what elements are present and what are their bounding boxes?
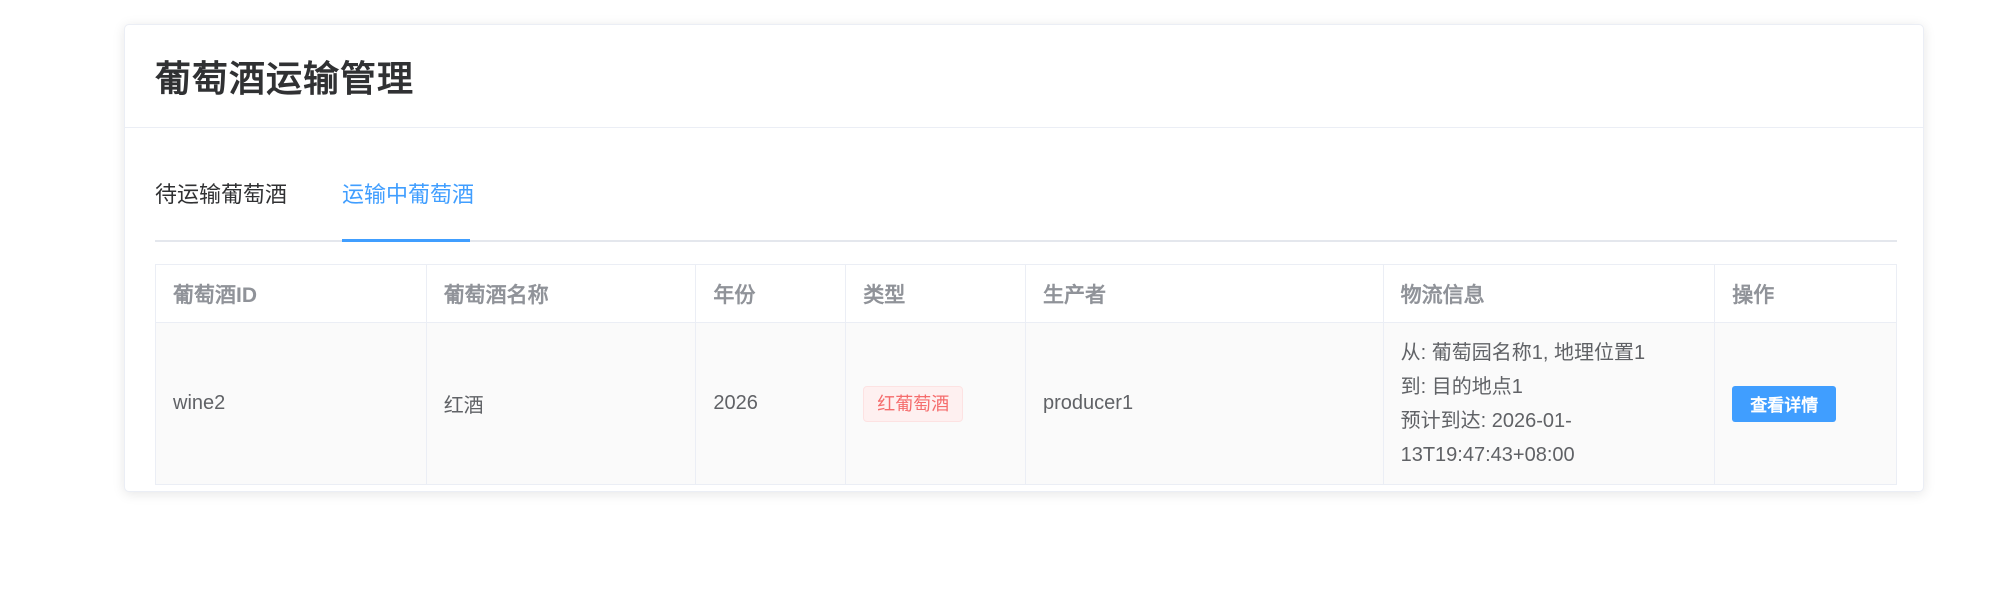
table-header: 葡萄酒ID 葡萄酒名称 年份 类型 生产者 物流信息 操作 xyxy=(156,265,1896,323)
cell-producer: producer1 xyxy=(1026,323,1384,484)
column-header-actions: 操作 xyxy=(1732,283,1775,307)
logistics-to: 到: 目的地点1 xyxy=(1400,375,1523,398)
cell-actions: 查看详情 xyxy=(1715,323,1896,484)
cell-type: 红葡萄酒 xyxy=(846,323,1027,484)
table-row: wine2 红酒 2026 红葡萄酒 producer1 从: 葡萄园名称1, … xyxy=(156,323,1896,484)
logistics-from: 从: 葡萄园名称1, 地理位置1 xyxy=(1400,341,1646,364)
column-header-wine-name: 葡萄酒名称 xyxy=(427,265,697,322)
column-header-logistics: 物流信息 xyxy=(1384,265,1716,322)
cell-wine-id: wine2 xyxy=(156,323,427,484)
active-tab-indicator xyxy=(342,239,470,242)
view-details-button[interactable]: 查看详情 xyxy=(1732,385,1837,422)
column-header-type: 类型 xyxy=(846,265,1027,322)
column-header-wine-id: 葡萄酒ID xyxy=(156,265,427,322)
column-header-producer: 生产者 xyxy=(1026,265,1384,322)
tab-pending-wines[interactable]: 待运输葡萄酒 xyxy=(155,173,287,240)
in-transit-table: 葡萄酒ID 葡萄酒名称 年份 类型 生产者 物流信息 操作 wine2 红酒 2… xyxy=(155,264,1897,485)
page-title: 葡萄酒运输管理 xyxy=(155,58,415,99)
column-header-year: 年份 xyxy=(696,265,847,322)
logistics-eta-line1: 预计到达: 2026-01- xyxy=(1400,409,1572,432)
logistics-eta-line2: 13T19:47:43+08:00 xyxy=(1400,443,1575,466)
logistics-info: 从: 葡萄园名称1, 地理位置1 到: 目的地点1 预计到达: 2026-01-… xyxy=(1401,336,1645,472)
cell-logistics: 从: 葡萄园名称1, 地理位置1 到: 目的地点1 预计到达: 2026-01-… xyxy=(1384,323,1716,484)
cell-year: 2026 xyxy=(696,323,847,484)
cell-wine-name: 红酒 xyxy=(427,323,697,484)
tabs: 待运输葡萄酒 运输中葡萄酒 xyxy=(155,173,1897,242)
tab-in-transit-wines[interactable]: 运输中葡萄酒 xyxy=(342,173,474,240)
wine-type-tag: 红葡萄酒 xyxy=(863,385,964,422)
wine-transport-card: 葡萄酒运输管理 待运输葡萄酒 运输中葡萄酒 葡萄酒ID 葡萄酒名称 年份 类型 … xyxy=(124,24,1924,492)
card-header: 葡萄酒运输管理 xyxy=(125,25,1923,128)
